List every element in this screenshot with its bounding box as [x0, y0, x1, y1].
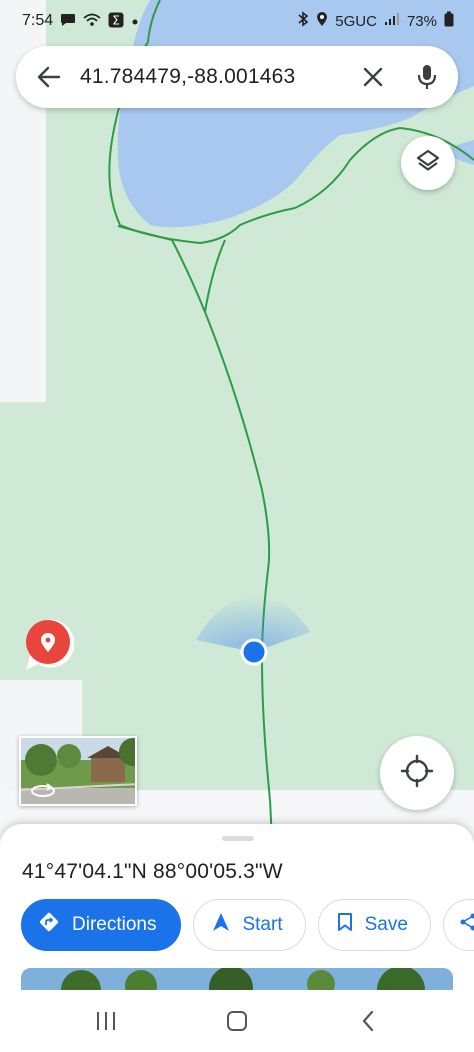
network-type: 5GUC [335, 12, 377, 30]
dot-icon [131, 14, 139, 29]
recent-apps-icon[interactable] [76, 1001, 136, 1041]
crosshair-locate-icon [400, 754, 434, 793]
start-label: Start [242, 914, 283, 935]
status-left: 7:54 Σ [22, 12, 139, 31]
current-location-dot [240, 638, 268, 666]
navigation-arrow-icon [212, 912, 230, 938]
search-bar[interactable]: 41.784479,-88.001463 [16, 46, 458, 108]
save-label: Save [364, 914, 408, 935]
trail-main [171, 239, 273, 840]
save-button[interactable]: Save [317, 899, 431, 951]
action-chips-row: Directions Start Save [21, 899, 474, 951]
system-navigation-bar [0, 990, 474, 1052]
search-query[interactable]: 41.784479,-88.001463 [80, 65, 356, 89]
svg-text:Σ: Σ [112, 13, 120, 27]
chat-bubble-icon [60, 13, 76, 30]
sheet-drag-handle[interactable] [222, 836, 254, 841]
status-right: 5GUC 73% [297, 10, 454, 32]
home-icon[interactable] [207, 1001, 267, 1041]
place-coordinates-title: 41°47'04.1"N 88°00'05.3"W [22, 860, 283, 883]
back-chevron-icon[interactable] [338, 1001, 398, 1041]
close-icon[interactable] [356, 60, 390, 94]
place-photo-strip[interactable] [21, 968, 453, 990]
place-bottom-sheet[interactable]: 41°47'04.1"N 88°00'05.3"W Directions Sta… [0, 824, 474, 990]
start-button[interactable]: Start [193, 899, 306, 951]
dropped-pin[interactable] [16, 616, 75, 672]
battery-percent: 73% [406, 12, 437, 30]
share-button[interactable] [442, 899, 474, 951]
map-canvas[interactable] [0, 0, 474, 840]
mic-icon[interactable] [412, 60, 442, 94]
map-tiles [0, 0, 474, 840]
place-photo [21, 968, 453, 990]
share-icon [460, 913, 474, 937]
directions-button[interactable]: Directions [21, 899, 182, 951]
back-arrow-icon[interactable] [34, 62, 64, 92]
layers-button[interactable] [401, 136, 455, 190]
sigma-app-icon: Σ [108, 12, 124, 31]
layers-icon [415, 148, 441, 179]
trail-lake-edge [117, 225, 173, 241]
directions-label: Directions [72, 914, 157, 935]
status-time: 7:54 [22, 12, 54, 29]
street-view-thumbnail[interactable] [19, 736, 137, 806]
bookmark-icon [337, 912, 353, 938]
signal-bars-icon [384, 12, 400, 31]
street-view-360-icon [29, 780, 57, 798]
battery-icon [444, 11, 454, 32]
directions-diamond-icon [38, 911, 60, 939]
status-bar: 7:54 Σ 5GUC 73% [0, 0, 474, 42]
my-location-button[interactable] [380, 736, 454, 810]
wifi-calling-icon [83, 13, 101, 30]
location-icon [316, 11, 328, 32]
bluetooth-icon [297, 10, 309, 32]
trail-branch [204, 239, 226, 313]
